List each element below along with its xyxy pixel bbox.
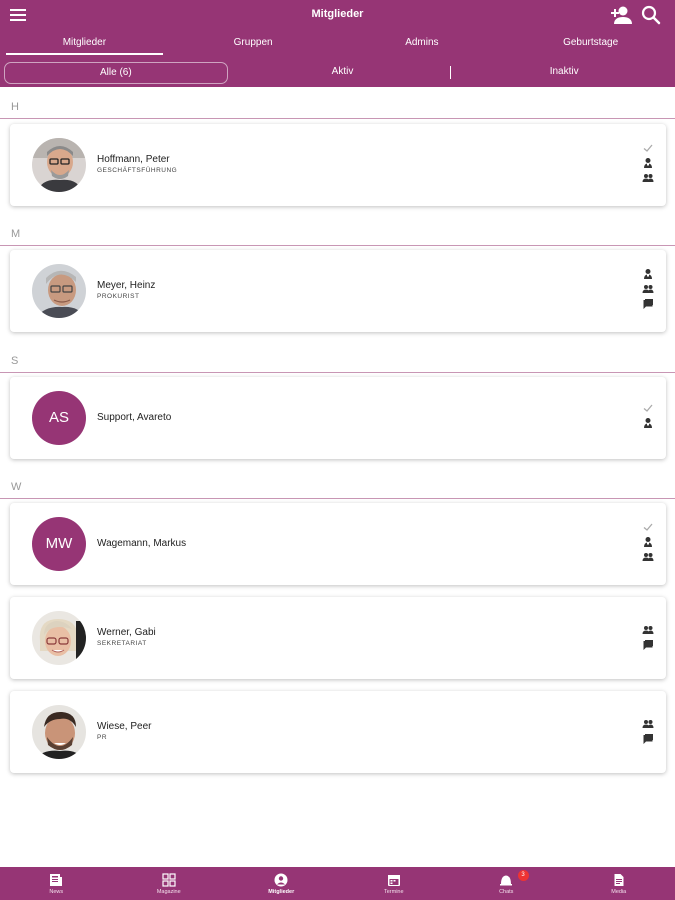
member-card[interactable]: Werner, Gabi SEKRETARIAT — [10, 597, 666, 679]
member-name: Werner, Gabi — [97, 627, 156, 638]
top-bar: Mitglieder — [0, 0, 675, 30]
section-letter: M — [11, 228, 21, 240]
tab-geburtstage[interactable]: Geburtstage — [506, 33, 675, 57]
member-card[interactable]: Meyer, Heinz PROKURIST — [10, 250, 666, 332]
group-icon — [642, 285, 654, 293]
member-name: Wiese, Peer — [97, 721, 152, 732]
member-list[interactable]: H Hoffmann, Peter GESCHÄFTSFÜHRUNG M Mey… — [0, 87, 675, 867]
admin-icon — [644, 158, 652, 168]
member-card[interactable]: MW Wagemann, Markus — [10, 503, 666, 585]
filter-aktiv[interactable]: Aktiv — [232, 62, 454, 84]
app-header: Mitglieder Mitglieder Gruppen Admins Geb… — [0, 0, 675, 87]
status-icons — [642, 402, 654, 432]
member-role: SEKRETARIAT — [97, 640, 147, 647]
section-letter: S — [11, 355, 19, 367]
page-title: Mitglieder — [311, 8, 364, 20]
member-role: PR — [97, 734, 108, 741]
bottom-navigation: News Magazine Mitglieder Termine 3 Chats… — [0, 867, 675, 900]
avatar — [32, 264, 86, 318]
chat-icon — [643, 640, 653, 650]
section-letter: H — [11, 101, 19, 113]
section-letter: W — [11, 481, 22, 493]
nav-item-chats[interactable]: 3 Chats — [450, 867, 563, 900]
grid-icon — [162, 873, 176, 887]
tab-mitglieder[interactable]: Mitglieder — [0, 33, 169, 57]
member-card[interactable]: Hoffmann, Peter GESCHÄFTSFÜHRUNG — [10, 124, 666, 206]
unread-badge: 3 — [517, 870, 529, 881]
nav-label: Chats — [499, 889, 514, 895]
chat-icon — [643, 734, 653, 744]
admin-icon — [644, 269, 652, 279]
check-icon — [643, 144, 653, 152]
avatar-initials: MW — [32, 517, 86, 571]
calendar-icon — [387, 875, 400, 886]
nav-item-termine[interactable]: Termine — [338, 867, 451, 900]
member-name: Wagemann, Markus — [97, 538, 187, 549]
member-role: PROKURIST — [97, 293, 140, 300]
add-user-icon[interactable] — [610, 4, 634, 26]
nav-label: Media — [611, 889, 627, 895]
member-name: Support, Avareto — [97, 412, 172, 423]
group-icon — [642, 553, 654, 561]
avatar-initials: AS — [32, 391, 86, 445]
member-card[interactable]: AS Support, Avareto — [10, 377, 666, 459]
group-icon — [642, 626, 654, 634]
main-tabs: Mitglieder Gruppen Admins Geburtstage — [0, 33, 675, 57]
check-icon — [643, 404, 653, 412]
group-icon — [642, 174, 654, 182]
status-icons — [642, 718, 654, 748]
tab-gruppen[interactable]: Gruppen — [169, 33, 338, 57]
nav-label: Mitglieder — [268, 889, 295, 895]
status-icons — [642, 142, 654, 187]
avatar — [32, 705, 86, 759]
member-name: Meyer, Heinz — [97, 280, 156, 291]
filter-inaktiv[interactable]: Inaktiv — [453, 62, 675, 84]
status-icons — [642, 521, 654, 566]
filter-divider — [450, 66, 451, 79]
status-icons — [642, 624, 654, 654]
admin-icon — [644, 418, 652, 428]
member-name: Hoffmann, Peter — [97, 154, 170, 165]
member-role: GESCHÄFTSFÜHRUNG — [97, 167, 178, 174]
avatar — [32, 138, 86, 192]
nav-label: News — [49, 889, 64, 895]
document-icon — [614, 874, 624, 886]
chat-bell-icon — [500, 875, 513, 886]
filter-alle[interactable]: Alle (6) — [4, 62, 228, 84]
admin-icon — [644, 537, 652, 547]
news-icon — [50, 874, 63, 886]
section-divider — [0, 498, 675, 499]
nav-item-magazine[interactable]: Magazine — [113, 867, 226, 900]
status-icons — [642, 268, 654, 313]
group-icon — [642, 720, 654, 728]
avatar — [32, 611, 86, 665]
section-divider — [0, 118, 675, 119]
section-divider — [0, 245, 675, 246]
nav-item-mitglieder[interactable]: Mitglieder — [225, 867, 338, 900]
nav-label: Magazine — [156, 889, 181, 895]
chat-icon — [643, 299, 653, 309]
section-divider — [0, 372, 675, 373]
search-icon[interactable] — [640, 4, 662, 26]
tab-admins[interactable]: Admins — [338, 33, 507, 57]
nav-label: Termine — [383, 889, 404, 895]
nav-item-media[interactable]: Media — [563, 867, 675, 900]
check-icon — [643, 523, 653, 531]
person-icon — [274, 873, 288, 887]
member-card[interactable]: Wiese, Peer PR — [10, 691, 666, 773]
filter-bar: Alle (6) Aktiv Inaktiv — [0, 62, 675, 84]
nav-item-news[interactable]: News — [0, 867, 113, 900]
